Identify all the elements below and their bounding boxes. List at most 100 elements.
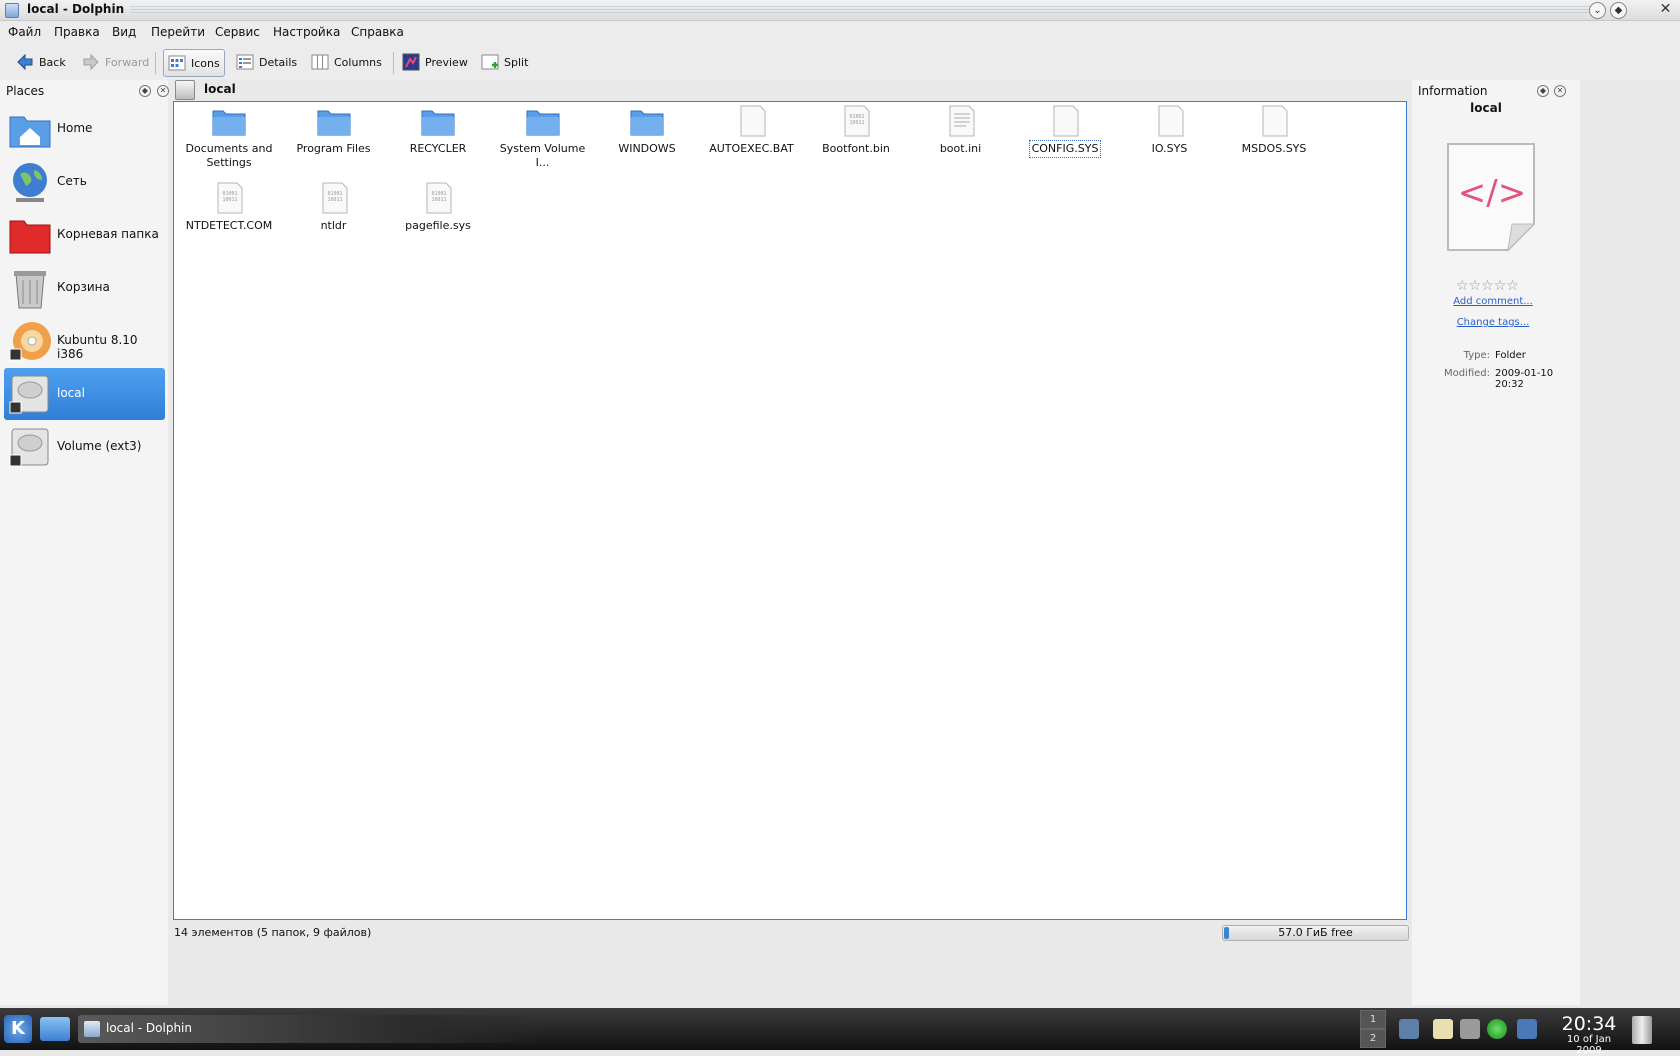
toolbar-separator [155, 52, 156, 74]
places-item-trash[interactable]: Корзина [4, 262, 165, 314]
binary-file-icon: 01001 10011 [316, 182, 352, 214]
file-icon [734, 105, 770, 137]
places-panel: Places ◆ ✕ Home Сеть Корневая папка Корз… [0, 80, 169, 1005]
taskbar: K local - Dolphin 1 2 20:34 10 of Jan 20… [0, 1008, 1680, 1056]
file-name-label: WINDOWS [618, 142, 676, 155]
folder-item[interactable]: Documents and Settings [181, 105, 277, 171]
folder-item[interactable]: WINDOWS [599, 105, 695, 157]
folder-item[interactable]: RECYCLER [390, 105, 486, 157]
folder-item[interactable]: System Volume I... [495, 105, 591, 171]
places-item-root[interactable]: Корневая папка [4, 209, 165, 261]
icons-view-label: Icons [191, 56, 220, 70]
binary-file-icon: 01001 10011 [211, 182, 247, 214]
folder-icon [525, 105, 561, 137]
split-label: Split [504, 55, 529, 69]
display-tray-icon[interactable] [1517, 1019, 1537, 1039]
places-title: Places [6, 84, 45, 98]
panel-close-icon[interactable]: ✕ [157, 85, 169, 97]
file-name-label: System Volume I... [499, 142, 586, 169]
trash-icon [14, 271, 46, 309]
folder-icon [629, 105, 665, 137]
network-globe-icon [13, 163, 47, 202]
update-notifier-icon[interactable] [1487, 1019, 1507, 1039]
panel-float-icon[interactable]: ◆ [139, 85, 151, 97]
places-item-volume[interactable]: Volume (ext3) [4, 421, 165, 473]
file-icon-view[interactable]: Documents and Settings Program Files RECYC… [173, 101, 1407, 920]
taskbar-task-dolphin[interactable]: local - Dolphin [78, 1015, 548, 1043]
places-item-cdrom[interactable]: Kubuntu 8.10 i386 [4, 315, 165, 367]
menu-file[interactable]: Файл [8, 25, 41, 39]
desktop-pager[interactable]: 1 2 [1360, 1010, 1386, 1048]
drive-icon [175, 80, 195, 100]
places-item-label: Сеть [57, 174, 87, 188]
clock-date: 10 of Jan 2009 [1566, 1034, 1612, 1056]
panel-close-icon[interactable]: ✕ [1554, 85, 1566, 97]
location-path[interactable]: local [204, 82, 236, 96]
folder-item[interactable]: Program Files [286, 105, 382, 157]
file-name-label: ntldr [320, 219, 347, 232]
forward-button[interactable]: Forward [78, 49, 153, 75]
rating-star-icon[interactable]: ☆ [1481, 278, 1494, 294]
details-view-button[interactable]: Details [232, 49, 301, 75]
icons-view-button[interactable]: Icons [163, 49, 225, 77]
dolphin-app-icon[interactable] [5, 3, 19, 18]
file-item[interactable]: MSDOS.SYS [1226, 105, 1322, 157]
file-item[interactable]: IO.SYS [1122, 105, 1218, 157]
file-icon [1047, 105, 1083, 137]
pager-desktop-1[interactable]: 1 [1360, 1010, 1386, 1029]
volume-tray-icon[interactable] [1460, 1019, 1480, 1039]
rating-stars[interactable]: ☆☆☆☆☆ [1456, 278, 1519, 294]
file-item[interactable]: 01001 10011 pagefile.sys [390, 182, 486, 234]
home-folder-launcher-icon[interactable] [40, 1017, 70, 1041]
folder-icon [211, 105, 247, 137]
rating-star-icon[interactable]: ☆ [1506, 278, 1519, 294]
places-item-local[interactable]: local [4, 368, 165, 420]
menu-help[interactable]: Справка [351, 25, 404, 39]
columns-view-button[interactable]: Columns [307, 49, 386, 75]
minimize-icon[interactable]: ⌄ [1589, 2, 1606, 19]
file-item[interactable]: 01001 10011 ntldr [286, 182, 382, 234]
file-item[interactable]: CONFIG.SYS [1017, 105, 1113, 158]
rating-star-icon[interactable]: ☆ [1456, 278, 1469, 294]
places-item-label: Home [57, 121, 93, 135]
cd-rom-icon [9, 322, 51, 361]
back-button[interactable]: Back [12, 49, 70, 75]
window-title: local - Dolphin [27, 2, 125, 16]
menu-edit[interactable]: Правка [54, 25, 100, 39]
file-item[interactable]: AUTOEXEC.BAT [704, 105, 800, 157]
menu-settings[interactable]: Настройка [273, 25, 340, 39]
dolphin-app-icon [84, 1021, 100, 1037]
clipboard-tray-icon[interactable] [1433, 1019, 1453, 1039]
file-item[interactable]: 01001 10011 Bootfont.bin [808, 105, 904, 157]
preview-button[interactable]: Preview [398, 49, 472, 75]
free-space-bar: 57.0 ГиБ free [1222, 925, 1409, 941]
desktop-trash-icon[interactable] [1632, 1016, 1652, 1044]
modified-value: 2009-01-10 20:32 [1495, 368, 1554, 390]
close-icon[interactable]: ✕ [1658, 2, 1673, 17]
svg-text:10011: 10011 [327, 197, 342, 203]
type-label: Type: [1463, 350, 1490, 361]
preview-label: Preview [425, 55, 468, 69]
menu-tools[interactable]: Сервис [215, 25, 260, 39]
rating-star-icon[interactable]: ☆ [1494, 278, 1507, 294]
file-item[interactable]: boot.ini [913, 105, 1009, 157]
change-tags-link[interactable]: Change tags... [1412, 317, 1574, 328]
svg-text:10011: 10011 [849, 120, 864, 126]
menu-view[interactable]: Вид [112, 25, 136, 39]
places-item-home[interactable]: Home [4, 103, 165, 155]
window-titlebar[interactable]: local - Dolphin ⌄ ◆ ✕ [0, 0, 1680, 21]
network-tray-icon[interactable] [1399, 1019, 1419, 1039]
hard-drive-icon [9, 375, 49, 414]
menu-go[interactable]: Перейти [151, 25, 205, 39]
split-button[interactable]: Split [477, 49, 532, 75]
maximize-icon[interactable]: ◆ [1610, 2, 1627, 19]
places-item-network[interactable]: Сеть [4, 156, 165, 208]
panel-float-icon[interactable]: ◆ [1537, 85, 1549, 97]
file-item[interactable]: 01001 10011 NTDETECT.COM [181, 182, 277, 234]
add-comment-link[interactable]: Add comment... [1412, 296, 1574, 307]
rating-star-icon[interactable]: ☆ [1469, 278, 1482, 294]
kde-menu-button[interactable]: K [4, 1015, 32, 1043]
pager-desktop-2[interactable]: 2 [1360, 1029, 1386, 1048]
location-bar[interactable]: local [173, 80, 1408, 100]
file-name-label: IO.SYS [1151, 142, 1188, 155]
